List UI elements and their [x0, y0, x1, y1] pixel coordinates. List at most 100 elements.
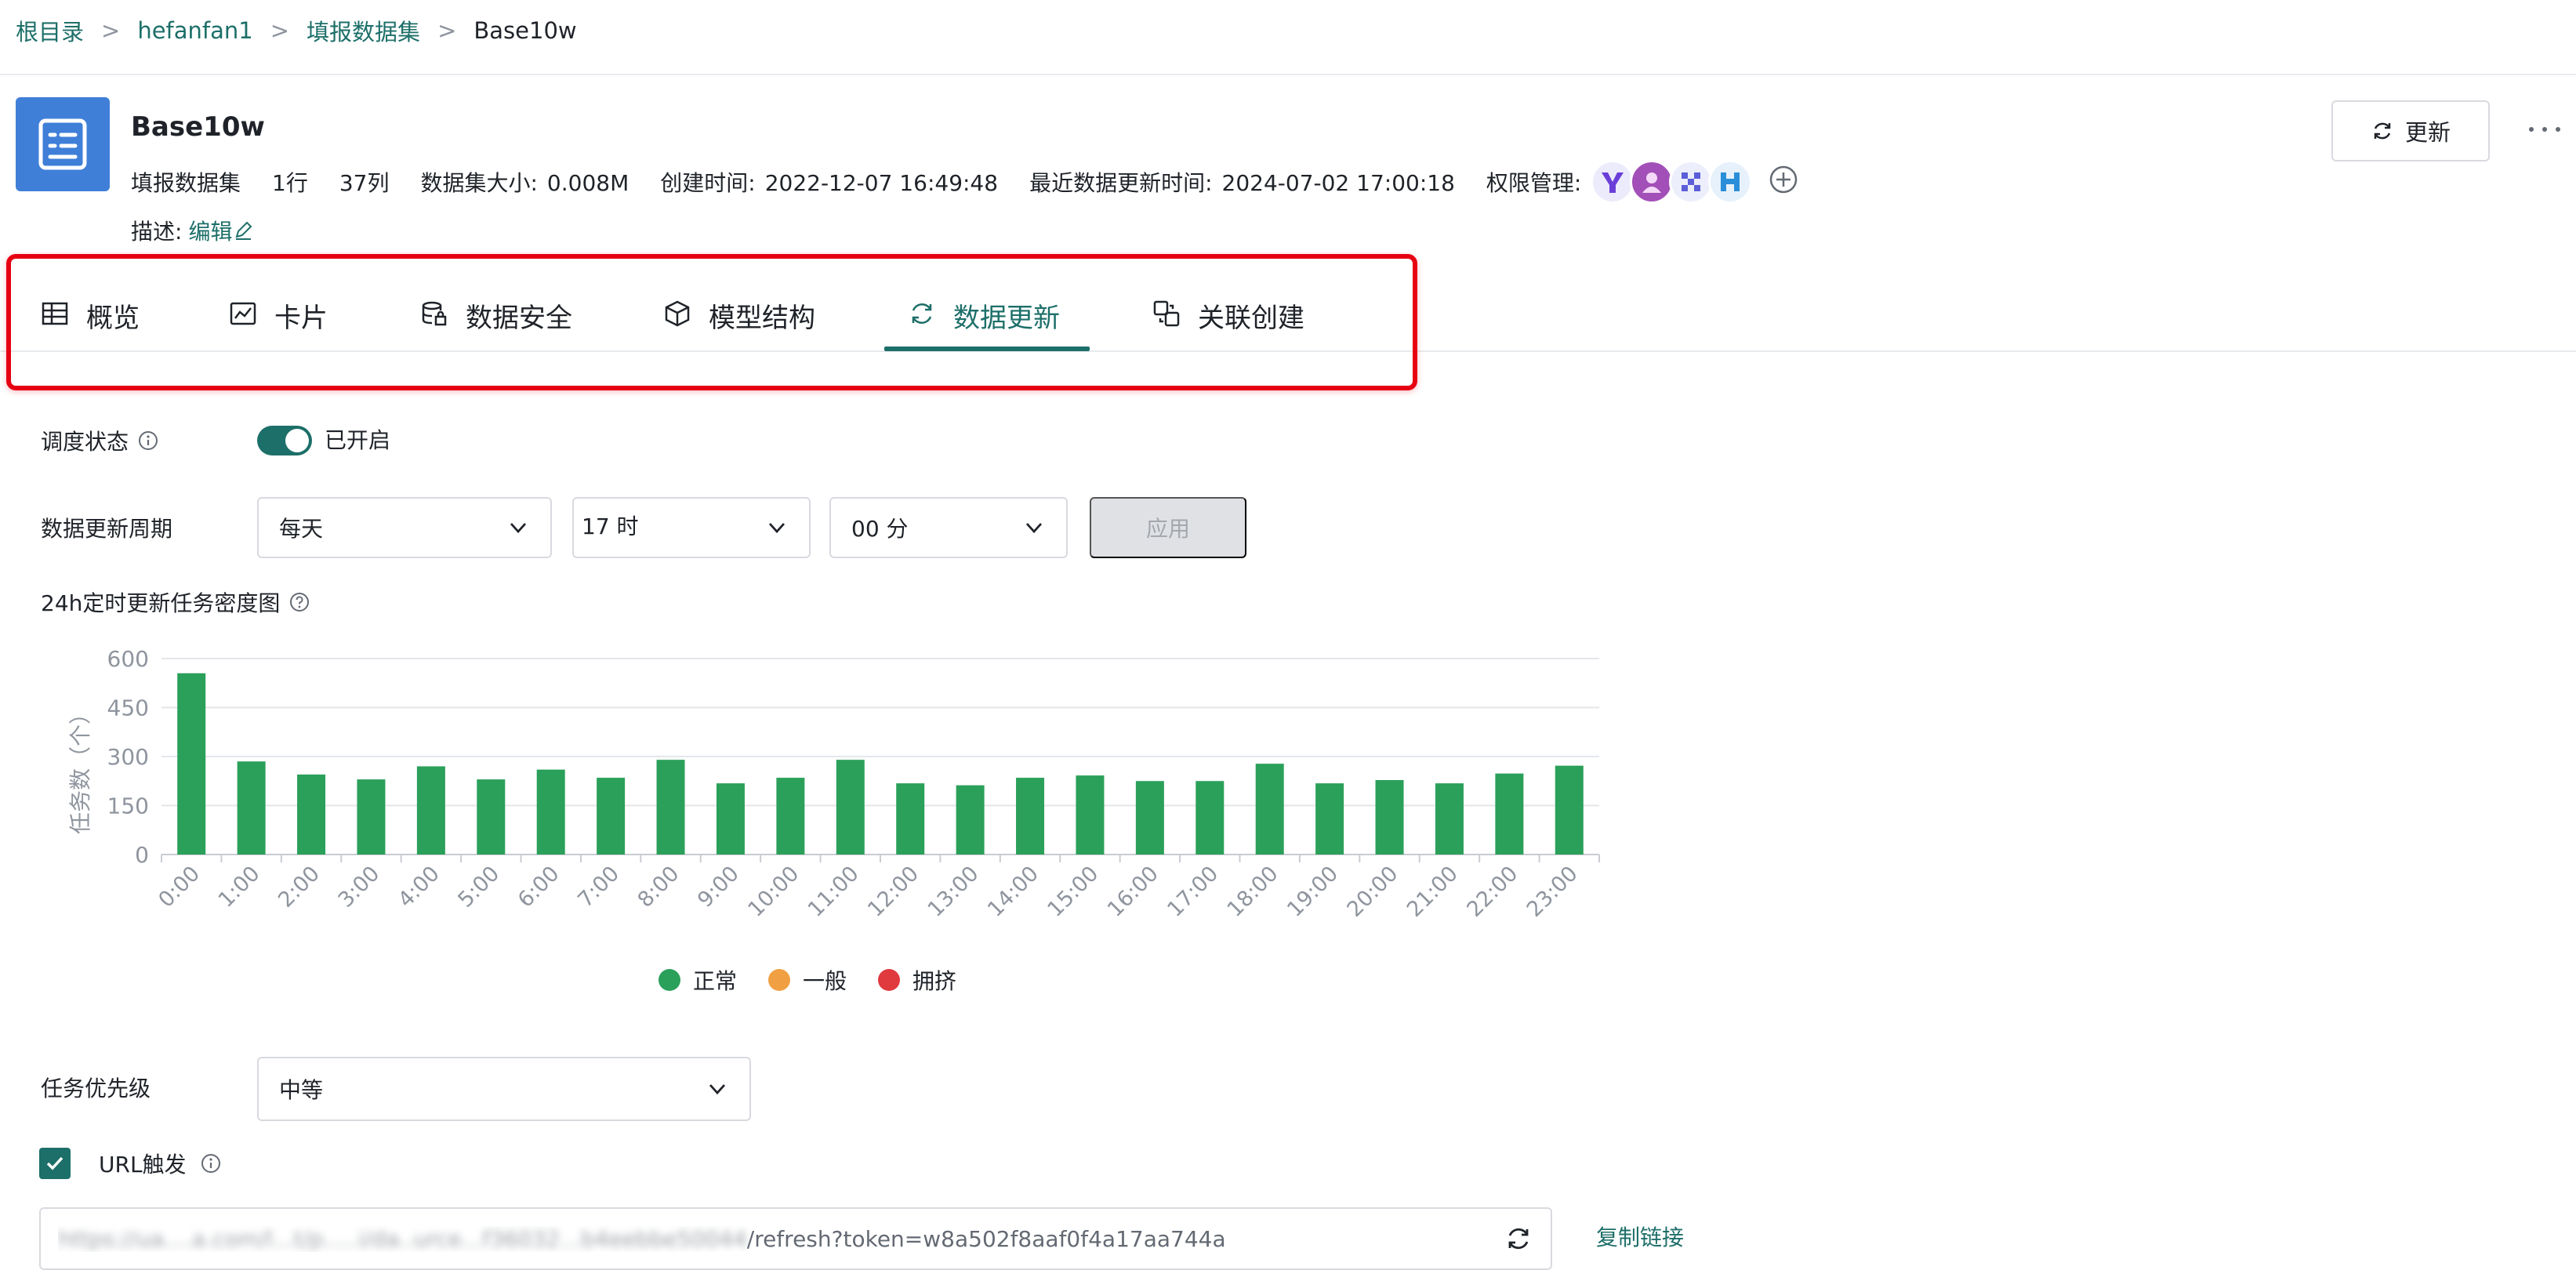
- x-tick-label: 5:00: [453, 862, 504, 913]
- permission-avatars[interactable]: [1591, 160, 1753, 204]
- tab-overview[interactable]: 概览: [41, 285, 140, 351]
- legend-item-normal[interactable]: 正常: [659, 964, 737, 996]
- tab-linked-create[interactable]: 关联创建: [1152, 285, 1304, 351]
- x-tick-label: 23:00: [1522, 862, 1583, 922]
- database-lock-icon: [422, 301, 447, 326]
- bar[interactable]: [297, 774, 326, 855]
- tab-model-structure[interactable]: 模型结构: [663, 285, 815, 351]
- avatar[interactable]: [1669, 160, 1714, 204]
- x-tick-label: 22:00: [1462, 862, 1522, 922]
- breadcrumb-separator: >: [270, 17, 290, 44]
- bar[interactable]: [1375, 780, 1404, 855]
- bar[interactable]: [1076, 775, 1105, 855]
- bar[interactable]: [1016, 778, 1045, 855]
- tab-label: 概览: [86, 303, 140, 334]
- chart-title: 24h定时更新任务密度图: [41, 585, 310, 619]
- legend-dot: [878, 969, 901, 991]
- bar[interactable]: [1135, 781, 1164, 855]
- help-icon[interactable]: [289, 592, 310, 612]
- refresh-icon[interactable]: [1504, 1224, 1533, 1254]
- description-label: 描述:: [131, 219, 183, 245]
- updated-value: 2024-07-02 17:00:18: [1221, 170, 1455, 196]
- bar[interactable]: [477, 779, 506, 855]
- edit-description-link[interactable]: 编辑: [188, 215, 254, 246]
- x-tick-label: 2:00: [274, 862, 325, 913]
- bar[interactable]: [536, 769, 565, 855]
- toggle-knob: [285, 429, 309, 452]
- row-count: 1行: [272, 170, 308, 196]
- minute-select[interactable]: 00 分: [829, 497, 1068, 558]
- info-icon[interactable]: [138, 430, 158, 451]
- url-trigger-label: URL触发: [99, 1146, 221, 1181]
- updated-time: 最近数据更新时间: 2024-07-02 17:00:18: [1029, 166, 1455, 198]
- x-tick-label: 19:00: [1283, 862, 1343, 922]
- dataset-form-icon: [16, 97, 110, 191]
- period-select[interactable]: 每天: [257, 497, 552, 558]
- breadcrumb-user-folder[interactable]: hefanfan1: [137, 17, 252, 44]
- bar[interactable]: [1315, 783, 1344, 855]
- toggle-status-text: 已开启: [325, 427, 391, 453]
- more-icon[interactable]: [2529, 118, 2560, 141]
- schedule-status-text: 调度状态: [41, 429, 129, 455]
- copy-link-button[interactable]: 复制链接: [1596, 1220, 1684, 1256]
- bar[interactable]: [357, 779, 386, 855]
- trigger-url-field[interactable]: https://ua....a.com/l...t/p.....i/da..ur…: [39, 1207, 1552, 1270]
- tab-label: 关联创建: [1198, 303, 1304, 334]
- hour-value: 17 时: [582, 513, 639, 539]
- y-tick-label: 150: [107, 793, 149, 819]
- avatar[interactable]: [1708, 160, 1753, 204]
- bar[interactable]: [1435, 783, 1464, 855]
- chart-y-axis-label: 任务数（个）: [67, 702, 93, 834]
- bar[interactable]: [836, 760, 865, 855]
- update-button[interactable]: 更新: [2331, 100, 2490, 161]
- chart-title-text: 24h定时更新任务密度图: [41, 590, 281, 616]
- add-circle-icon[interactable]: [1768, 164, 1799, 201]
- bar[interactable]: [237, 761, 266, 855]
- bar[interactable]: [1495, 773, 1524, 855]
- bar[interactable]: [716, 783, 745, 855]
- period-value: 每天: [279, 516, 324, 542]
- tab-data-update[interactable]: 数据更新: [908, 285, 1060, 351]
- apply-button[interactable]: 应用: [1090, 497, 1246, 558]
- tab-label: 数据安全: [466, 303, 572, 334]
- breadcrumb-dataset-folder[interactable]: 填报数据集: [307, 14, 420, 47]
- bar[interactable]: [656, 760, 685, 855]
- size-label: 数据集大小:: [420, 170, 538, 196]
- bar[interactable]: [416, 766, 445, 855]
- priority-select[interactable]: 中等: [257, 1057, 751, 1121]
- info-icon[interactable]: [201, 1153, 221, 1174]
- created-value: 2022-12-07 16:49:48: [764, 170, 999, 196]
- y-tick-label: 600: [107, 646, 149, 672]
- avatar[interactable]: [1591, 160, 1635, 204]
- hour-select[interactable]: 17 时: [572, 497, 811, 558]
- tab-cards[interactable]: 卡片: [229, 285, 328, 351]
- breadcrumb-current: Base10w: [473, 17, 577, 44]
- description-row: 描述: 编辑: [131, 215, 254, 246]
- breadcrumb-root[interactable]: 根目录: [16, 14, 84, 47]
- dataset-meta: 填报数据集 1行 37列 数据集大小: 0.008M 创建时间: 2022-12-0…: [131, 160, 1799, 204]
- dataset-type: 填报数据集: [131, 170, 241, 196]
- bar[interactable]: [177, 673, 206, 855]
- x-tick-label: 9:00: [693, 862, 744, 913]
- bar[interactable]: [896, 783, 925, 855]
- breadcrumb-separator: >: [437, 17, 457, 44]
- y-tick-label: 300: [107, 744, 149, 770]
- url-trigger-checkbox[interactable]: [39, 1148, 71, 1179]
- legend-item-moderate[interactable]: 一般: [768, 964, 847, 996]
- bar[interactable]: [1195, 781, 1225, 855]
- x-tick-label: 1:00: [214, 862, 265, 913]
- bar[interactable]: [1255, 764, 1284, 855]
- bar[interactable]: [1555, 765, 1584, 855]
- tab-data-security[interactable]: 数据安全: [420, 285, 572, 351]
- avatar[interactable]: [1630, 160, 1674, 204]
- bar[interactable]: [776, 778, 805, 855]
- minute-value: 00 分: [851, 516, 909, 542]
- bar[interactable]: [956, 785, 985, 855]
- breadcrumb-separator: >: [101, 17, 121, 44]
- created-time: 创建时间: 2022-12-07 16:49:48: [660, 166, 998, 198]
- tab-label: 卡片: [274, 303, 328, 334]
- bar[interactable]: [597, 778, 626, 855]
- legend-item-crowded[interactable]: 拥挤: [878, 964, 956, 996]
- dataset-size: 数据集大小: 0.008M: [420, 166, 629, 198]
- chart-bars: [177, 673, 1584, 855]
